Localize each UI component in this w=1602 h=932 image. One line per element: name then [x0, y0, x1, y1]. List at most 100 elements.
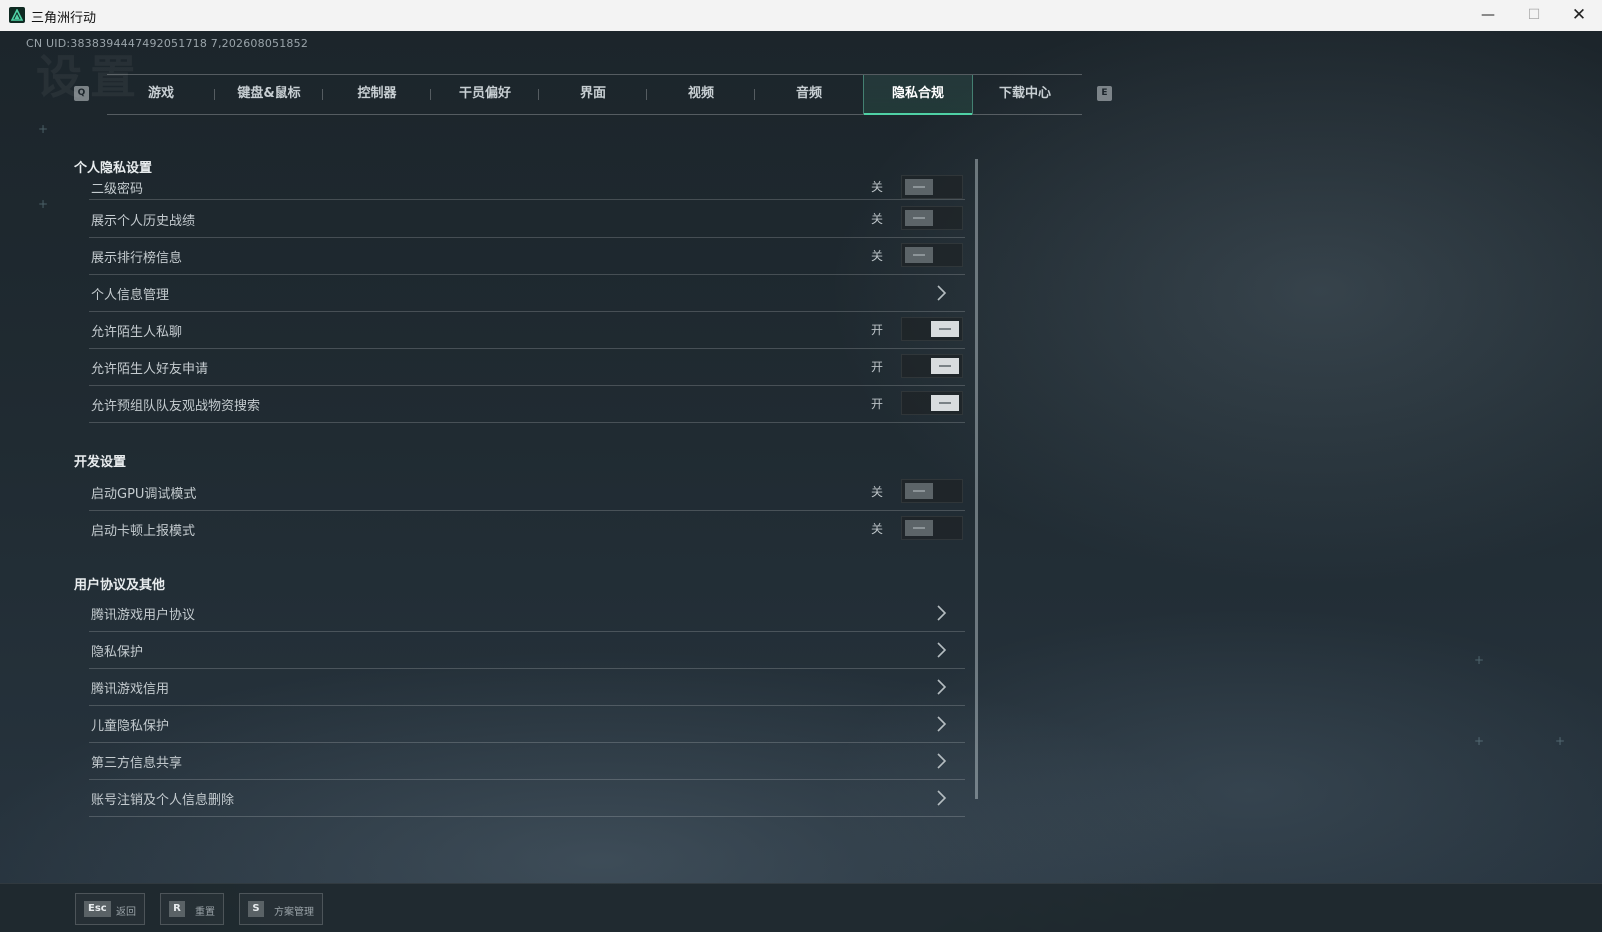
link-row-account-deletion[interactable]: 账号注销及个人信息删除	[89, 780, 965, 817]
toggle-stutter-report[interactable]	[901, 516, 963, 540]
setting-state: 关	[871, 249, 884, 263]
settings-screen: 设置 CN UID:3838394447492051718 7,20260805…	[0, 31, 1602, 932]
toggle-knob	[905, 483, 933, 499]
setting-row-show-leaderboard: 展示排行榜信息 关	[89, 238, 965, 275]
toggle-stranger-chat[interactable]	[901, 317, 963, 341]
tab-privacy-compliance[interactable]: 隐私合规	[863, 75, 973, 115]
setting-label: 腾讯游戏用户协议	[91, 608, 196, 623]
esc-key-icon: Esc	[84, 901, 111, 917]
toggle-show-history[interactable]	[901, 206, 963, 230]
decor-cross-icon: +	[1555, 734, 1566, 748]
maximize-button[interactable]: ☐	[1511, 0, 1557, 31]
tab-next-key-icon[interactable]: E	[1097, 86, 1112, 101]
s-key-icon: S	[248, 901, 264, 917]
link-row-privacy-protection[interactable]: 隐私保护	[89, 632, 965, 669]
setting-state: 开	[871, 360, 884, 374]
setting-row-stranger-chat: 允许陌生人私聊 开	[89, 312, 965, 349]
minimize-button[interactable]: —	[1465, 0, 1511, 31]
bottom-action-bar: Esc 返回 R 重置 S 方案管理	[0, 883, 1602, 932]
setting-label: 儿童隐私保护	[91, 719, 170, 734]
setting-label: 展示排行榜信息	[91, 251, 183, 266]
section-title-dev: 开发设置	[74, 455, 127, 470]
tab-video[interactable]: 视频	[647, 75, 755, 114]
uid-label: CN UID:3838394447492051718 7,20260805185…	[26, 37, 309, 50]
setting-row-gpu-debug: 启动GPU调试模式 关	[89, 474, 965, 511]
toggle-knob	[931, 358, 959, 374]
setting-row-show-history: 展示个人历史战绩 关	[89, 201, 965, 238]
setting-label: 允许陌生人好友申请	[91, 362, 209, 377]
setting-label: 展示个人历史战绩	[91, 214, 196, 229]
tab-keyboard-mouse[interactable]: 键盘&鼠标	[215, 75, 323, 114]
setting-label: 允许预组队队友观战物资搜索	[91, 399, 261, 414]
decor-cross-icon: +	[38, 122, 49, 136]
toggle-knob	[931, 395, 959, 411]
scheme-management-button[interactable]: S 方案管理	[239, 893, 323, 925]
setting-row-personal-info-management[interactable]: 个人信息管理	[89, 275, 965, 312]
link-row-children-privacy[interactable]: 儿童隐私保护	[89, 706, 965, 743]
toggle-knob	[905, 179, 933, 195]
window-title: 三角洲行动	[31, 11, 97, 26]
toggle-gpu-debug[interactable]	[901, 479, 963, 503]
setting-label: 启动卡顿上报模式	[91, 524, 196, 539]
reset-button-label: 重置	[195, 907, 215, 918]
toggle-teammate-spectate-search[interactable]	[901, 391, 963, 415]
setting-state: 开	[871, 397, 884, 411]
section-title-agreements: 用户协议及其他	[74, 578, 166, 593]
toggle-knob	[931, 321, 959, 337]
tab-interface[interactable]: 界面	[539, 75, 647, 114]
back-button[interactable]: Esc 返回	[75, 893, 145, 925]
setting-label: 第三方信息共享	[91, 756, 183, 771]
tab-operator-preferences[interactable]: 干员偏好	[431, 75, 539, 114]
link-row-user-agreement[interactable]: 腾讯游戏用户协议	[89, 595, 965, 632]
r-key-icon: R	[169, 901, 185, 917]
tab-prev-key-icon[interactable]: Q	[74, 86, 89, 101]
link-row-game-credit[interactable]: 腾讯游戏信用	[89, 669, 965, 706]
close-button[interactable]: ✕	[1556, 0, 1602, 31]
app-logo-icon	[9, 7, 25, 23]
chevron-right-icon	[937, 790, 947, 806]
toggle-knob	[905, 210, 933, 226]
setting-label: 账号注销及个人信息删除	[91, 793, 235, 808]
settings-scrollbar[interactable]	[975, 159, 978, 799]
setting-state: 关	[871, 522, 884, 536]
toggle-knob	[905, 520, 933, 536]
toggle-show-leaderboard[interactable]	[901, 243, 963, 267]
tab-bar: 游戏 键盘&鼠标 控制器 干员偏好 界面 视频 音频 隐私合规 下载中心	[107, 74, 1082, 115]
tab-audio[interactable]: 音频	[755, 75, 863, 114]
setting-label: 允许陌生人私聊	[91, 325, 183, 340]
setting-row-stutter-report: 启动卡顿上报模式 关	[89, 511, 965, 547]
link-row-third-party-sharing[interactable]: 第三方信息共享	[89, 743, 965, 780]
scheme-management-button-label: 方案管理	[274, 907, 314, 918]
chevron-right-icon	[937, 605, 947, 621]
decor-cross-icon: +	[1474, 734, 1485, 748]
tab-game[interactable]: 游戏	[107, 75, 215, 114]
chevron-right-icon	[937, 642, 947, 658]
setting-label: 个人信息管理	[91, 288, 170, 303]
setting-label: 二级密码	[91, 182, 144, 197]
setting-state: 开	[871, 323, 884, 337]
setting-label: 隐私保护	[91, 645, 144, 660]
setting-row-teammate-spectate-search: 允许预组队队友观战物资搜索 开	[89, 386, 965, 423]
setting-state: 关	[871, 212, 884, 226]
chevron-right-icon	[937, 285, 947, 301]
chevron-right-icon	[937, 753, 947, 769]
decor-cross-icon: +	[38, 197, 49, 211]
tab-download-center[interactable]: 下载中心	[971, 75, 1079, 114]
setting-state: 关	[871, 180, 884, 194]
tab-controller[interactable]: 控制器	[323, 75, 431, 114]
setting-row-secondary-password: 二级密码 关	[89, 175, 965, 200]
setting-label: 腾讯游戏信用	[91, 682, 170, 697]
setting-state: 关	[871, 485, 884, 499]
reset-button[interactable]: R 重置	[160, 893, 224, 925]
toggle-knob	[905, 247, 933, 263]
back-button-label: 返回	[116, 907, 136, 918]
decor-cross-icon: +	[1474, 653, 1485, 667]
chevron-right-icon	[937, 716, 947, 732]
section-title-privacy: 个人隐私设置	[74, 161, 153, 176]
toggle-stranger-friend-request[interactable]	[901, 354, 963, 378]
chevron-right-icon	[937, 679, 947, 695]
setting-row-stranger-friend-request: 允许陌生人好友申请 开	[89, 349, 965, 386]
setting-label: 启动GPU调试模式	[91, 487, 197, 502]
window-titlebar: 三角洲行动 — ☐ ✕	[0, 0, 1602, 32]
toggle-secondary-password[interactable]	[901, 175, 963, 199]
